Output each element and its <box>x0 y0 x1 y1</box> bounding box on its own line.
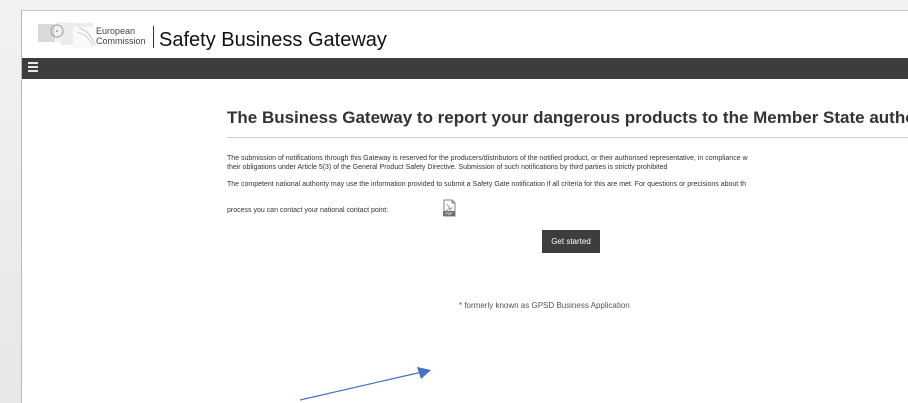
footnote-text: * formerly known as GPSD Business Applic… <box>459 301 630 310</box>
get-started-container: Get started <box>227 230 908 254</box>
contact-row: process you can contact your national co… <box>227 199 908 217</box>
app-title: Safety Business Gateway <box>159 29 387 51</box>
browser-window: European Commission Safety Business Gate… <box>21 10 908 403</box>
pdf-document-icon[interactable]: PDF <box>441 199 457 217</box>
european-commission-logo[interactable] <box>31 20 105 50</box>
organization-line-1: European <box>96 26 136 36</box>
top-navbar <box>22 58 908 79</box>
get-started-button[interactable]: Get started <box>542 230 600 253</box>
screenshot-page: European Commission Safety Business Gate… <box>0 0 908 403</box>
organization-line-2: Commission <box>96 36 146 46</box>
svg-text:PDF: PDF <box>446 212 453 216</box>
site-header: European Commission Safety Business Gate… <box>22 11 908 58</box>
contact-point-text: process you can contact your national co… <box>227 207 389 214</box>
hamburger-menu-icon[interactable] <box>28 62 38 74</box>
header-divider <box>153 26 154 48</box>
title-divider <box>227 137 908 138</box>
organization-name: European Commission <box>96 26 146 46</box>
submission-paragraph-line-1: The submission of notifications through … <box>227 155 748 162</box>
submission-paragraph-line-2: their obligations under Article 5(3) of … <box>227 164 668 171</box>
authority-paragraph: The competent national authority may use… <box>227 181 747 188</box>
page-title: The Business Gateway to report your dang… <box>227 108 908 127</box>
submission-paragraph: The submission of notifications through … <box>227 154 908 172</box>
main-content: The Business Gateway to report your dang… <box>227 107 908 310</box>
annotation-arrow-icon <box>299 367 431 401</box>
